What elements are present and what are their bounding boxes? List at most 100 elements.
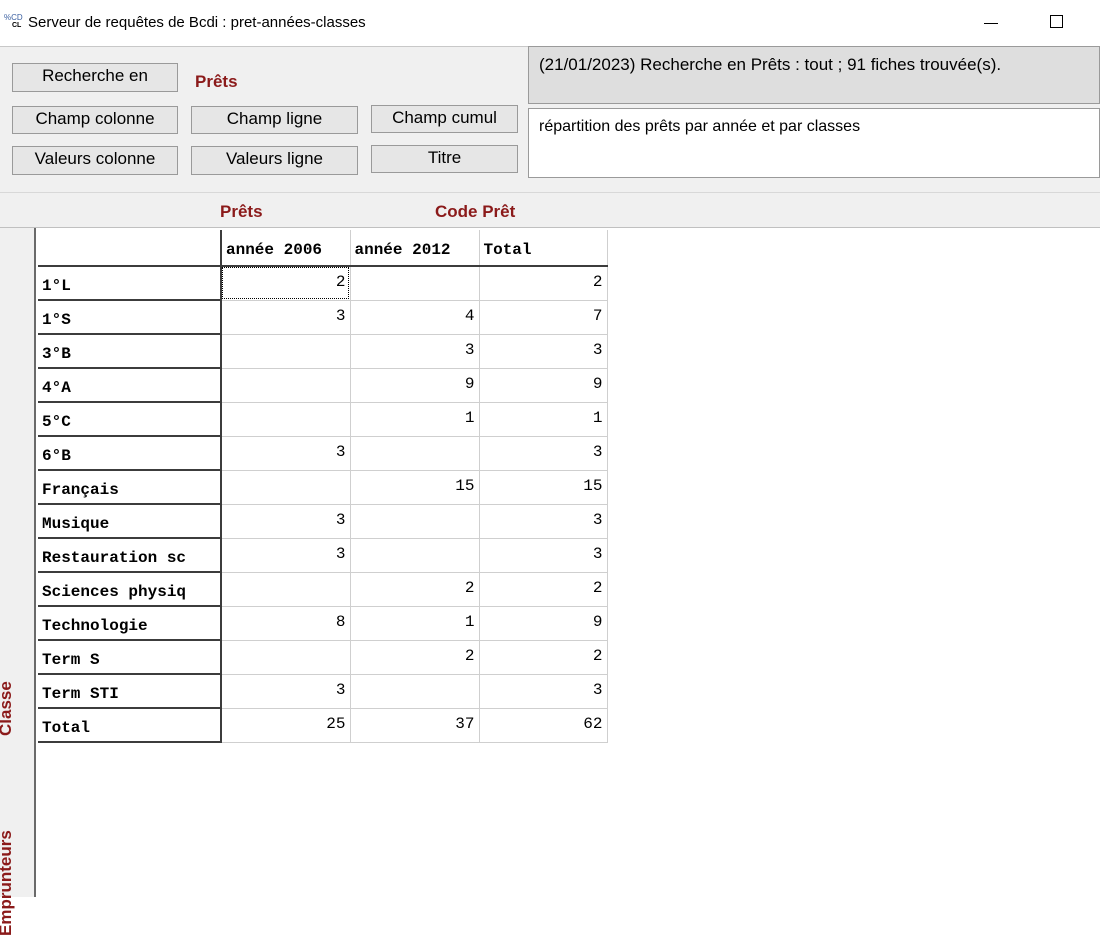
status-message: (21/01/2023) Recherche en Prêts : tout ;… bbox=[528, 46, 1100, 104]
row-field-base[interactable]: Emprunteurs bbox=[0, 830, 16, 936]
grid-cell[interactable]: 3 bbox=[221, 436, 351, 471]
row-values-button[interactable]: Valeurs ligne bbox=[191, 146, 358, 175]
grid-cell[interactable]: 3 bbox=[221, 504, 351, 539]
table-row: Restauration sc 3 3 bbox=[38, 538, 608, 573]
app-icon-text-top: %CD bbox=[4, 13, 23, 22]
grid-cell[interactable]: 9 bbox=[479, 368, 608, 403]
grid-corner-cell bbox=[38, 230, 222, 267]
grid-cell[interactable] bbox=[350, 266, 480, 301]
column-field-name[interactable]: Code Prêt bbox=[435, 202, 515, 222]
minimize-icon bbox=[984, 23, 998, 24]
grid-cell[interactable] bbox=[221, 470, 351, 505]
search-base-label: Prêts bbox=[195, 72, 238, 91]
maximize-icon bbox=[1050, 15, 1063, 28]
grid-cell[interactable]: 4 bbox=[350, 300, 480, 335]
row-header[interactable]: 3°B bbox=[38, 334, 222, 369]
grid-cell[interactable] bbox=[350, 674, 480, 709]
grid-cell[interactable]: 9 bbox=[479, 606, 608, 641]
column-field-base[interactable]: Prêts bbox=[220, 202, 263, 222]
column-header[interactable]: Total bbox=[479, 230, 608, 267]
crosstab-grid: année 2006 année 2012 Total 1°L 2 2 1°S 3 4 7 3… bbox=[38, 230, 608, 743]
row-field-button[interactable]: Champ ligne bbox=[191, 106, 358, 134]
column-field-button[interactable]: Champ colonne bbox=[12, 106, 178, 134]
row-field-name[interactable]: Classe bbox=[0, 681, 16, 736]
grid-cell[interactable]: 3 bbox=[479, 538, 608, 573]
column-field-strip: Prêts Code Prêt bbox=[0, 192, 1100, 228]
cumul-field-button[interactable]: Champ cumul bbox=[371, 105, 518, 133]
search-in-button[interactable]: Recherche en bbox=[12, 63, 178, 92]
grid-cell[interactable]: 2 bbox=[221, 266, 351, 301]
grid-cell[interactable] bbox=[221, 640, 351, 675]
grid-header-row: année 2006 année 2012 Total bbox=[38, 230, 608, 267]
grid-cell[interactable]: 2 bbox=[350, 572, 480, 607]
grid-cell[interactable]: 3 bbox=[479, 504, 608, 539]
table-row: Total 25 37 62 bbox=[38, 708, 608, 743]
window-title: Serveur de requêtes de Bcdi : pret-année… bbox=[28, 14, 366, 31]
table-row: 1°L 2 2 bbox=[38, 266, 608, 301]
report-title-field[interactable]: répartition des prêts par année et par c… bbox=[528, 108, 1100, 178]
grid-cell[interactable]: 3 bbox=[221, 538, 351, 573]
row-header[interactable]: Total bbox=[38, 708, 222, 743]
row-header[interactable]: 6°B bbox=[38, 436, 222, 471]
minimize-button[interactable] bbox=[968, 6, 1012, 40]
row-header[interactable]: Français bbox=[38, 470, 222, 505]
grid-cell[interactable]: 1 bbox=[350, 402, 480, 437]
row-header[interactable]: Musique bbox=[38, 504, 222, 539]
table-row: Term S 22 bbox=[38, 640, 608, 675]
grid-cell[interactable]: 37 bbox=[350, 708, 480, 743]
row-header[interactable]: Term S bbox=[38, 640, 222, 675]
row-header[interactable]: Technologie bbox=[38, 606, 222, 641]
column-header[interactable]: année 2012 bbox=[350, 230, 480, 267]
row-header[interactable]: Term STI bbox=[38, 674, 222, 709]
grid-cell[interactable]: 25 bbox=[221, 708, 351, 743]
grid-cell[interactable] bbox=[350, 504, 480, 539]
row-header[interactable]: 1°S bbox=[38, 300, 222, 335]
column-header[interactable]: année 2006 bbox=[221, 230, 351, 267]
row-header[interactable]: 1°L bbox=[38, 266, 222, 301]
maximize-button[interactable] bbox=[1036, 6, 1080, 40]
table-row: 6°B 3 3 bbox=[38, 436, 608, 471]
grid-cell[interactable] bbox=[350, 436, 480, 471]
table-row: Français 15 15 bbox=[38, 470, 608, 505]
title-bar: %CD CL Serveur de requêtes de Bcdi : pre… bbox=[0, 0, 1100, 46]
grid-cell[interactable]: 2 bbox=[350, 640, 480, 675]
row-field-strip: Emprunteurs Classe bbox=[0, 228, 36, 936]
grid-cell[interactable]: 9 bbox=[350, 368, 480, 403]
grid-cell[interactable] bbox=[221, 572, 351, 607]
grid-cell[interactable]: 3 bbox=[479, 436, 608, 471]
grid-cell[interactable] bbox=[350, 538, 480, 573]
grid-cell[interactable]: 8 bbox=[221, 606, 351, 641]
table-row: Musique 3 3 bbox=[38, 504, 608, 539]
app-icon: %CD CL bbox=[4, 13, 24, 31]
table-row: Technologie 8 1 9 bbox=[38, 606, 608, 641]
grid-cell[interactable]: 3 bbox=[479, 334, 608, 369]
table-row: 3°B 3 3 bbox=[38, 334, 608, 369]
title-button[interactable]: Titre bbox=[371, 145, 518, 173]
grid-cell[interactable]: 1 bbox=[350, 606, 480, 641]
grid-cell[interactable]: 3 bbox=[350, 334, 480, 369]
grid-cell[interactable]: 15 bbox=[350, 470, 480, 505]
row-header[interactable]: Restauration sc bbox=[38, 538, 222, 573]
grid-cell[interactable] bbox=[221, 368, 351, 403]
table-row: 1°S 3 4 7 bbox=[38, 300, 608, 335]
grid-cell[interactable]: 2 bbox=[479, 640, 608, 675]
grid-cell[interactable] bbox=[221, 334, 351, 369]
column-values-button[interactable]: Valeurs colonne bbox=[12, 146, 178, 175]
grid-cell[interactable]: 2 bbox=[479, 572, 608, 607]
grid-cell[interactable]: 3 bbox=[479, 674, 608, 709]
grid-cell[interactable]: 15 bbox=[479, 470, 608, 505]
grid-cell[interactable]: 62 bbox=[479, 708, 608, 743]
table-row: Term STI 3 3 bbox=[38, 674, 608, 709]
grid-cell[interactable]: 3 bbox=[221, 300, 351, 335]
row-header[interactable]: 5°C bbox=[38, 402, 222, 437]
grid-cell[interactable]: 2 bbox=[479, 266, 608, 301]
grid-cell[interactable] bbox=[221, 402, 351, 437]
grid-cell[interactable]: 7 bbox=[479, 300, 608, 335]
table-row: 4°A 9 9 bbox=[38, 368, 608, 403]
grid-cell[interactable]: 1 bbox=[479, 402, 608, 437]
grid-cell[interactable]: 3 bbox=[221, 674, 351, 709]
table-row: 5°C 1 1 bbox=[38, 402, 608, 437]
row-header[interactable]: 4°A bbox=[38, 368, 222, 403]
app-icon-text-bottom: CL bbox=[12, 22, 22, 29]
row-header[interactable]: Sciences physiq bbox=[38, 572, 222, 607]
